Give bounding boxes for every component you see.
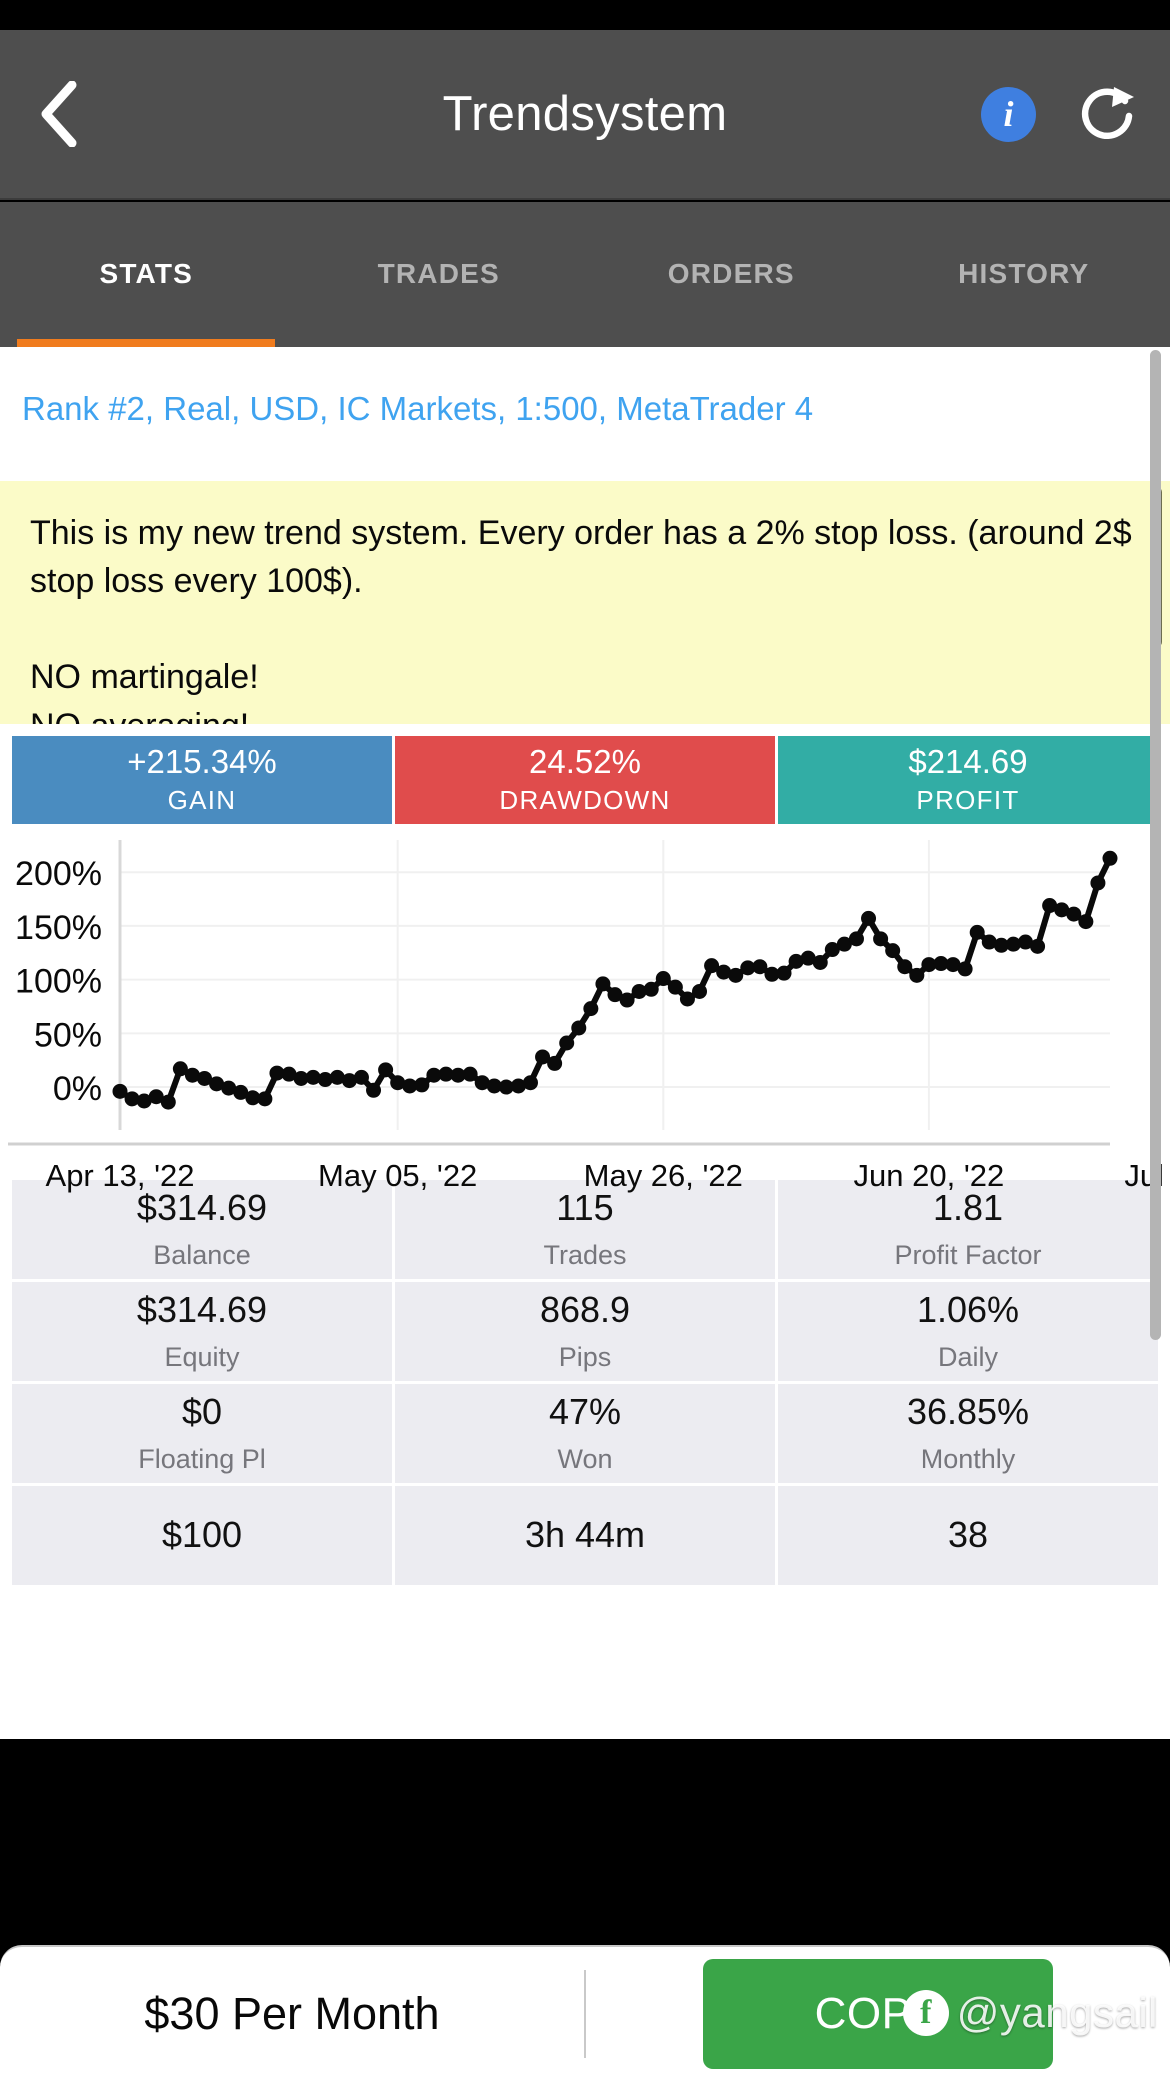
stat-label: Won [557,1444,613,1475]
chart-xtick-label: Jun 20, '22 [853,1157,1005,1193]
status-bar [0,0,1170,30]
app-root: Trendsystem i STATS TRADES ORDERS HISTOR… [0,0,1170,2081]
page-scrollbar[interactable] [1150,350,1161,1340]
kpi-drawdown: 24.52% DRAWDOWN [395,735,775,824]
tab-orders[interactable]: ORDERS [585,202,878,347]
kpi-drawdown-value: 24.52% [529,743,641,781]
kpi-gain-label: GAIN [167,785,237,816]
svg-text:150%: 150% [15,909,102,947]
svg-text:50%: 50% [34,1016,102,1054]
stat-value: $314.69 [136,1289,268,1331]
tab-stats-label: STATS [99,258,194,289]
kpi-profit: $214.69 PROFIT [778,735,1158,824]
chart-x-axis: Apr 13, '22 May 05, '22 May 26, '22 Jun 20,… [0,1158,1170,1212]
tab-trades-label: TRADES [377,258,500,289]
chart-xtick-label: May 26, '22 [583,1157,743,1193]
stat-cell: $314.69 Equity [12,1281,392,1381]
chart-xtick-label: May 05, '22 [318,1157,478,1193]
stat-label: Trades [543,1240,627,1271]
price-label: $30 Per Month [144,1988,440,2039]
stat-value: 868.9 [539,1289,631,1331]
stat-value: 38 [947,1514,989,1556]
stat-cell: $100 [12,1485,392,1585]
info-icon[interactable]: i [981,86,1036,142]
header-actions: i [981,83,1140,145]
stat-cell: 47% Won [395,1383,775,1483]
tab-history-label: HISTORY [958,258,1090,289]
kpi-gain-value: +215.34% [127,743,277,781]
scroll-content[interactable]: Rank #2, Real, USD, IC Markets, 1:500, M… [0,347,1170,1739]
tab-bar: STATS TRADES ORDERS HISTORY [0,202,1170,347]
stat-cell: 36.85% Monthly [778,1383,1158,1483]
svg-text:200%: 200% [15,855,102,893]
svg-text:0%: 0% [53,1070,102,1108]
stat-value: 1.06% [916,1289,1020,1331]
growth-chart-svg: 0% 50% 100% 150% 200% [8,839,1118,1146]
svg-text:100%: 100% [15,962,102,1000]
tab-active-indicator [17,339,276,347]
stat-cell: 868.9 Pips [395,1281,775,1381]
account-subtitle[interactable]: Rank #2, Real, USD, IC Markets, 1:500, M… [0,347,1170,429]
stat-label: Profit Factor [894,1240,1042,1271]
stat-cell: 1.06% Daily [778,1281,1158,1381]
stat-cell: 3h 44m [395,1485,775,1585]
tab-stats[interactable]: STATS [0,202,293,347]
stat-label: Pips [558,1342,612,1373]
copy-button[interactable]: COPY [703,1959,1053,2069]
tab-trades[interactable]: TRADES [293,202,586,347]
stat-value: 3h 44m [524,1514,646,1556]
growth-chart[interactable]: 0% 50% 100% 150% 200% Apr 13, '22 May 05, '22… [0,824,1170,1193]
stat-value: 36.85% [906,1391,1030,1433]
stat-cell: $0 Floating Pl [12,1383,392,1483]
stats-grid: $314.69 Balance 115 Trades 1.81 Profit Factor… [0,1179,1170,1585]
kpi-row: +215.34% GAIN 24.52% DRAWDOWN $214.69 PR… [12,735,1158,824]
stat-value: 47% [548,1391,622,1433]
stat-value: $100 [161,1514,243,1556]
stat-label: Daily [937,1342,998,1373]
kpi-profit-label: PROFIT [916,785,1020,816]
stat-label: Floating Pl [138,1444,266,1475]
kpi-drawdown-label: DRAWDOWN [499,785,671,816]
kpi-profit-value: $214.69 [908,743,1028,781]
description-text: This is my new trend system. Every order… [30,513,1132,724]
copy-button-wrap: COPY [586,1959,1170,2069]
tab-orders-label: ORDERS [667,258,795,289]
stat-label: Equity [164,1342,240,1373]
description-box[interactable]: This is my new trend system. Every order… [0,480,1170,724]
bottom-action-bar: $30 Per Month COPY [0,1945,1170,2081]
stat-cell: 38 [778,1485,1158,1585]
refresh-icon[interactable] [1078,83,1140,145]
app-header: Trendsystem i [0,30,1170,200]
chart-xtick-label: Apr 13, '22 [45,1157,195,1193]
stat-label: Monthly [920,1444,1016,1475]
stat-value: $0 [181,1391,223,1433]
stat-label: Balance [153,1240,251,1271]
info-icon-glyph: i [1003,94,1014,134]
kpi-gain: +215.34% GAIN [12,735,392,824]
tab-history[interactable]: HISTORY [878,202,1170,347]
